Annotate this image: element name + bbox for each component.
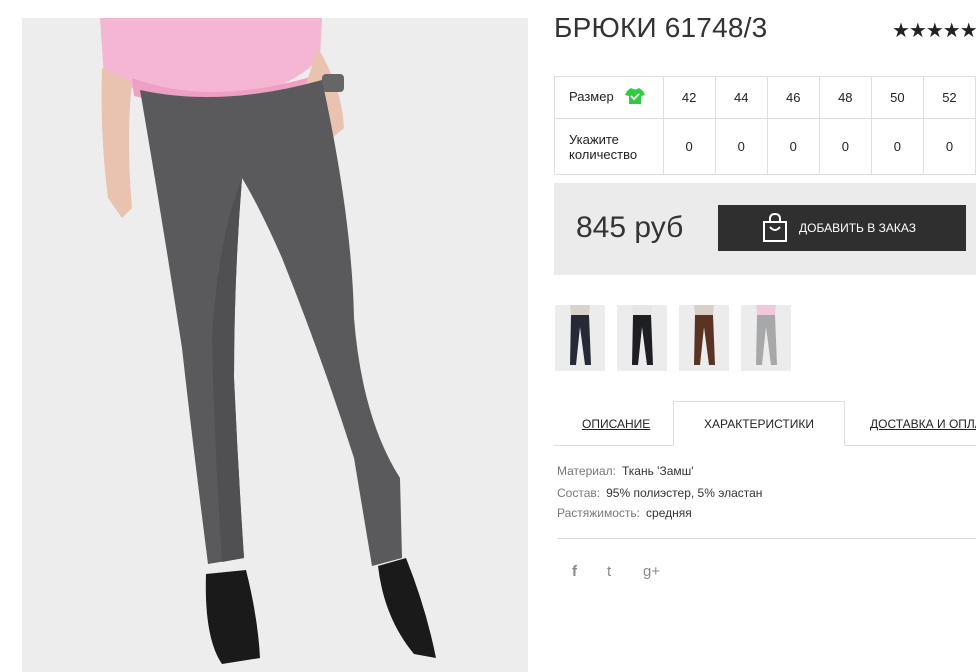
- googleplus-icon[interactable]: g+: [643, 563, 660, 580]
- size-cell[interactable]: 44: [714, 76, 768, 119]
- quantity-input[interactable]: 0: [870, 118, 924, 175]
- spec-key: Состав:: [557, 486, 601, 500]
- color-thumbnail-navy[interactable]: [555, 305, 605, 371]
- size-cell[interactable]: 50: [870, 76, 924, 119]
- spec-row: Растяжимость: средняя: [557, 506, 692, 520]
- spec-value: Ткань 'Замш': [621, 464, 694, 478]
- tab-characteristics[interactable]: ХАРАКТЕРИСТИКИ: [673, 401, 845, 446]
- color-thumbnail-black[interactable]: [617, 305, 667, 371]
- size-label: Размер: [569, 88, 614, 104]
- quantity-input[interactable]: 0: [818, 118, 872, 175]
- quantity-input[interactable]: 0: [922, 118, 976, 175]
- spec-row: Материал: Ткань 'Замш': [557, 464, 694, 478]
- divider: [557, 538, 976, 539]
- quantity-input[interactable]: 0: [714, 118, 768, 175]
- add-to-order-button[interactable]: ДОБАВИТЬ В ЗАКАЗ: [718, 205, 966, 251]
- twitter-icon[interactable]: t: [607, 563, 611, 580]
- quantity-input[interactable]: 0: [662, 118, 716, 175]
- spec-value: 95% полиэстер, 5% эластан: [606, 486, 763, 500]
- quantity-input[interactable]: 0: [766, 118, 820, 175]
- tab-delivery[interactable]: ДОСТАВКА И ОПЛАТА: [870, 417, 976, 431]
- quantity-label-line1: Укажите: [569, 131, 619, 147]
- quantity-label-cell: Укажите количество: [554, 118, 664, 175]
- add-to-order-label: ДОБАВИТЬ В ЗАКАЗ: [799, 221, 916, 235]
- price: 845 руб: [576, 211, 684, 244]
- product-title: БРЮКИ 61748/3: [554, 12, 768, 43]
- tab-description[interactable]: ОПИСАНИЕ: [582, 417, 650, 431]
- size-cell[interactable]: 42: [662, 76, 716, 119]
- color-thumbnail-grey[interactable]: [741, 305, 791, 371]
- size-row: Размер 42 44 46 48 50 52: [554, 76, 976, 119]
- facebook-icon[interactable]: f: [572, 563, 577, 580]
- spec-value: средняя: [646, 506, 692, 520]
- tshirt-size-guide-icon[interactable]: [625, 87, 646, 108]
- size-cell[interactable]: 46: [766, 76, 820, 119]
- spec-key: Растяжимость:: [557, 506, 641, 520]
- main-product-photo[interactable]: [22, 18, 528, 672]
- shopping-bag-icon: [762, 213, 788, 243]
- spec-key: Материал:: [557, 464, 616, 478]
- quantity-row: Укажите количество 0 0 0 0 0 0: [554, 118, 976, 175]
- spec-row: Состав: 95% полиэстер, 5% эластан: [557, 486, 762, 500]
- size-cell[interactable]: 48: [818, 76, 872, 119]
- size-cell[interactable]: 52: [922, 76, 976, 119]
- size-label-cell: Размер: [554, 76, 664, 119]
- rating-stars[interactable]: ★★★★★: [892, 18, 976, 43]
- buy-box: 845 руб ДОБАВИТЬ В ЗАКАЗ: [554, 183, 976, 275]
- color-thumbnail-brown[interactable]: [679, 305, 729, 371]
- quantity-label-line2: количество: [569, 146, 638, 162]
- size-table: Размер 42 44 46 48 50 52 Укажите количес…: [554, 76, 976, 175]
